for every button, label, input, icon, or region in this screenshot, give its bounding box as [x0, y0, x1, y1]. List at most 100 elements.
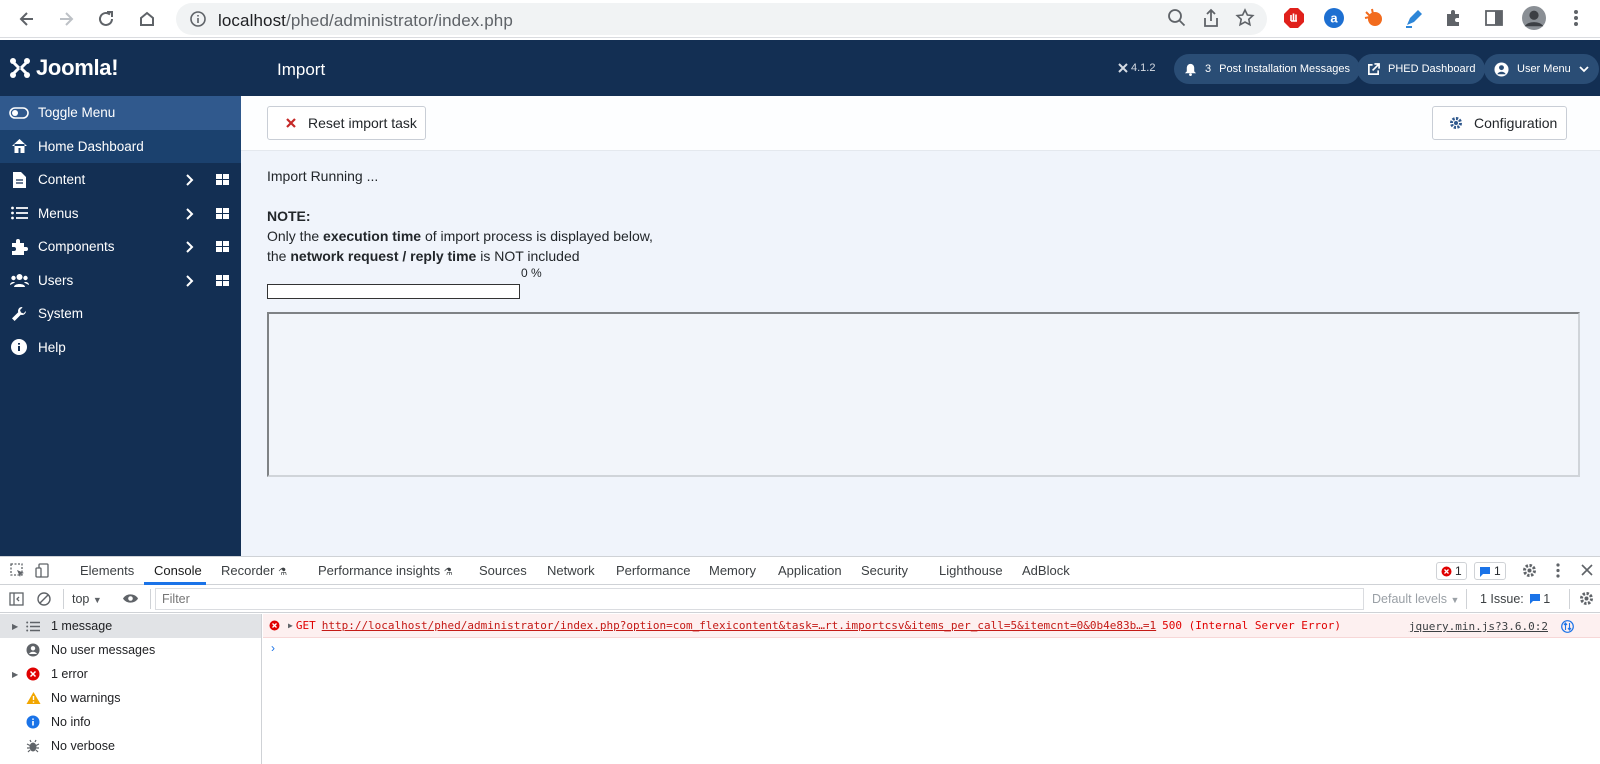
dashboard-grid-icon[interactable]	[216, 241, 229, 252]
configuration-button[interactable]: Configuration	[1432, 106, 1567, 140]
console-settings-icon[interactable]	[1579, 591, 1594, 606]
dashboard-grid-icon[interactable]	[216, 207, 229, 219]
devtools-menu-icon[interactable]	[1556, 563, 1560, 578]
file-icon	[12, 171, 26, 188]
import-log-frame[interactable]	[267, 312, 1580, 477]
tab-sources[interactable]: Sources	[479, 563, 527, 578]
amazon-assistant-icon[interactable]: a	[1322, 6, 1346, 30]
tab-network[interactable]: Network	[547, 563, 595, 578]
error-count-badge[interactable]: 1	[1436, 562, 1467, 580]
tab-performance[interactable]: Performance	[616, 563, 690, 578]
device-toolbar-icon[interactable]	[35, 563, 50, 578]
address-bar[interactable]: localhost/phed/administrator/index.php	[176, 3, 1267, 35]
bell-icon	[1184, 63, 1197, 76]
joomla-logo-icon	[10, 58, 30, 78]
sidebar-item-content[interactable]: Content	[0, 163, 241, 197]
star-icon[interactable]	[1235, 8, 1255, 28]
url-text: localhost/phed/administrator/index.php	[218, 11, 513, 30]
inspect-element-icon[interactable]	[10, 563, 25, 578]
sidebar-item-users[interactable]: Users	[0, 264, 241, 298]
sidebar-messages[interactable]: ▶ 1 message	[0, 614, 261, 638]
expand-triangle-icon[interactable]: ▶	[288, 621, 293, 630]
tab-recorder[interactable]: Recorder ⚗	[221, 563, 287, 578]
devtools-panel: Elements Console Recorder ⚗ Performance …	[0, 556, 1600, 764]
message-icon	[1480, 566, 1490, 577]
sidebar-verbose[interactable]: No verbose	[0, 734, 261, 758]
console-filter-input[interactable]	[155, 588, 1364, 610]
zoom-icon[interactable]	[1167, 8, 1187, 28]
forward-icon[interactable]	[48, 1, 84, 37]
tab-application[interactable]: Application	[778, 563, 842, 578]
reset-import-task-button[interactable]: Reset import task	[267, 106, 426, 140]
console-error-message[interactable]: ▶ GET http://localhost/phed/administrato…	[263, 614, 1600, 638]
users-icon	[9, 274, 29, 288]
console-sidebar: ▶ 1 message No user messages ▶ 1 error N…	[0, 614, 262, 764]
extensions-puzzle-icon[interactable]	[1442, 6, 1466, 30]
home-icon	[11, 139, 27, 154]
highlighter-icon[interactable]	[1402, 6, 1426, 30]
dashboard-grid-icon[interactable]	[216, 274, 229, 286]
error-source-link[interactable]: jquery.min.js?3.6.0:2	[1409, 620, 1548, 633]
user-circle-icon	[26, 643, 40, 657]
import-status-block: Import Running ... NOTE: Only the execut…	[267, 166, 653, 266]
sidebar-info[interactable]: No info	[0, 710, 261, 734]
notification-count: 3	[1205, 63, 1212, 75]
sidebar-item-label: Components	[38, 239, 115, 255]
bug-icon	[26, 739, 40, 753]
list-icon	[10, 206, 28, 220]
adblock-icon[interactable]	[1282, 6, 1306, 30]
post-installation-messages-button[interactable]: 3 Post Installation Messages	[1174, 54, 1360, 84]
sidebar-warnings[interactable]: No warnings	[0, 686, 261, 710]
devtools-close-icon[interactable]	[1581, 564, 1593, 576]
sidebar-item-toggle-menu[interactable]: Toggle Menu	[0, 96, 241, 130]
user-menu-button[interactable]: User Menu	[1484, 54, 1599, 84]
issues-button[interactable]: 1 Issue: 1	[1480, 592, 1550, 606]
console-output: ▶ GET http://localhost/phed/administrato…	[263, 614, 1600, 764]
sidebar-errors[interactable]: ▶ 1 error	[0, 662, 261, 686]
list-icon	[26, 621, 40, 631]
sidebar-toggle-icon[interactable]	[9, 592, 24, 606]
tab-security[interactable]: Security	[861, 563, 908, 578]
dashboard-grid-icon[interactable]	[216, 174, 229, 185]
browser-menu-icon[interactable]	[1564, 6, 1588, 30]
error-icon	[1441, 566, 1452, 576]
info-icon[interactable]	[190, 11, 206, 27]
extension-orange-icon[interactable]	[1362, 6, 1386, 30]
sidebar-item-components[interactable]: Components	[0, 230, 241, 264]
chevron-right-icon	[186, 207, 194, 220]
side-panel-icon[interactable]	[1482, 6, 1506, 30]
chevron-right-icon	[186, 241, 194, 253]
devtools-settings-icon[interactable]	[1522, 563, 1537, 578]
sidebar-item-system[interactable]: System	[0, 297, 241, 331]
share-icon[interactable]	[1201, 8, 1221, 28]
profile-avatar[interactable]	[1522, 6, 1546, 30]
sidebar-item-help[interactable]: Help	[0, 331, 241, 365]
context-selector[interactable]: top ▼	[72, 592, 102, 606]
back-icon[interactable]	[9, 1, 45, 37]
network-request-icon[interactable]	[1561, 620, 1574, 633]
live-expression-eye-icon[interactable]	[122, 593, 139, 604]
tab-memory[interactable]: Memory	[709, 563, 756, 578]
tab-lighthouse[interactable]: Lighthouse	[939, 563, 1003, 578]
sidebar-user-messages[interactable]: No user messages	[0, 638, 261, 662]
sidebar-item-menus[interactable]: Menus	[0, 197, 241, 231]
console-filter-bar: top ▼ Default levels ▼ 1 Issue: 1	[0, 585, 1600, 613]
message-count-badge[interactable]: 1	[1474, 562, 1506, 580]
console-prompt-icon[interactable]: ›	[271, 641, 275, 655]
sidebar-item-home-dashboard[interactable]: Home Dashboard	[0, 129, 241, 163]
tab-elements[interactable]: Elements	[80, 563, 134, 578]
joomla-logo[interactable]: Joomla!	[0, 40, 241, 96]
sidebar: Toggle Menu Home Dashboard Content Menus…	[0, 96, 241, 556]
clear-console-icon[interactable]	[37, 592, 51, 606]
error-request-url[interactable]: http://localhost/phed/administrator/inde…	[322, 619, 1156, 632]
home-icon[interactable]	[129, 1, 165, 37]
sidebar-item-label: Home Dashboard	[38, 138, 144, 154]
tab-performance-insights[interactable]: Performance insights ⚗	[318, 563, 453, 578]
tab-console[interactable]: Console	[154, 563, 202, 578]
flask-icon: ⚗	[443, 567, 453, 578]
tab-adblock[interactable]: AdBlock	[1022, 563, 1070, 578]
devtools-tab-bar: Elements Console Recorder ⚗ Performance …	[0, 557, 1600, 585]
log-levels-dropdown[interactable]: Default levels ▼	[1372, 592, 1459, 606]
reload-icon[interactable]	[88, 1, 124, 37]
dashboard-link-button[interactable]: PHED Dashboard	[1357, 54, 1486, 84]
